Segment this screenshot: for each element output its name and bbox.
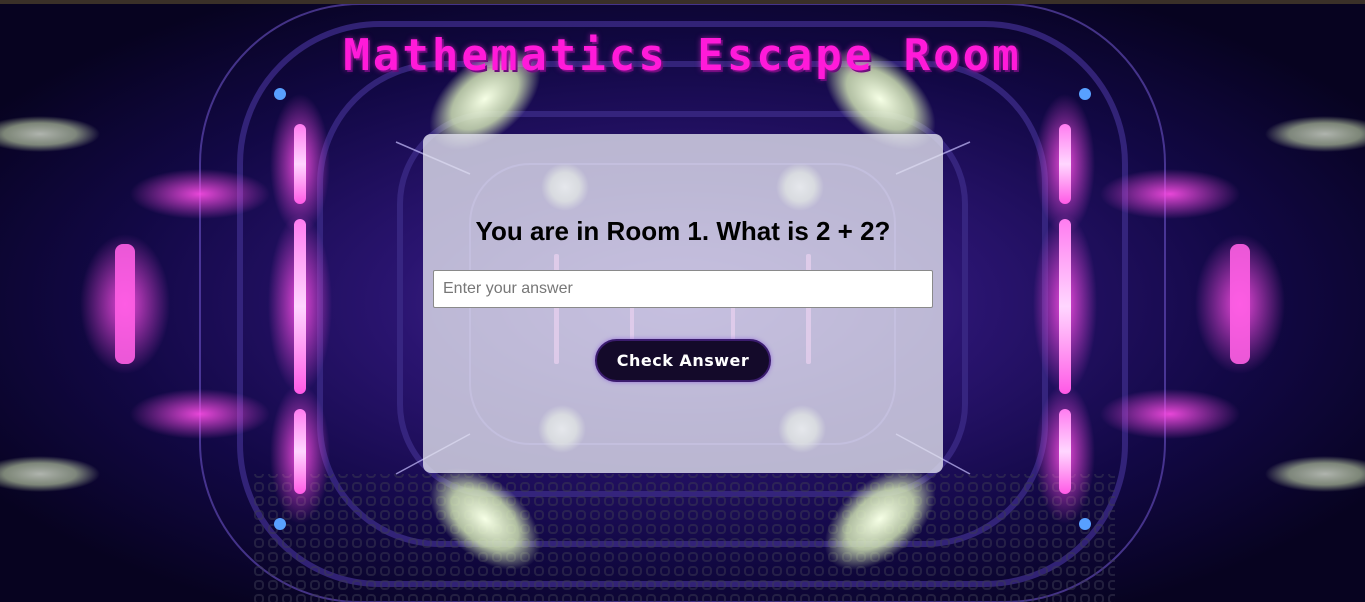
question-card: You are in Room 1. What is 2 + 2? Check …	[423, 134, 943, 473]
check-answer-button[interactable]: Check Answer	[595, 339, 771, 382]
escape-room-page: Mathematics Escape Room You are in Room …	[0, 0, 1365, 602]
page-title: Mathematics Escape Room	[343, 30, 1022, 81]
answer-input[interactable]	[433, 270, 933, 308]
room-question: You are in Room 1. What is 2 + 2?	[475, 216, 891, 246]
